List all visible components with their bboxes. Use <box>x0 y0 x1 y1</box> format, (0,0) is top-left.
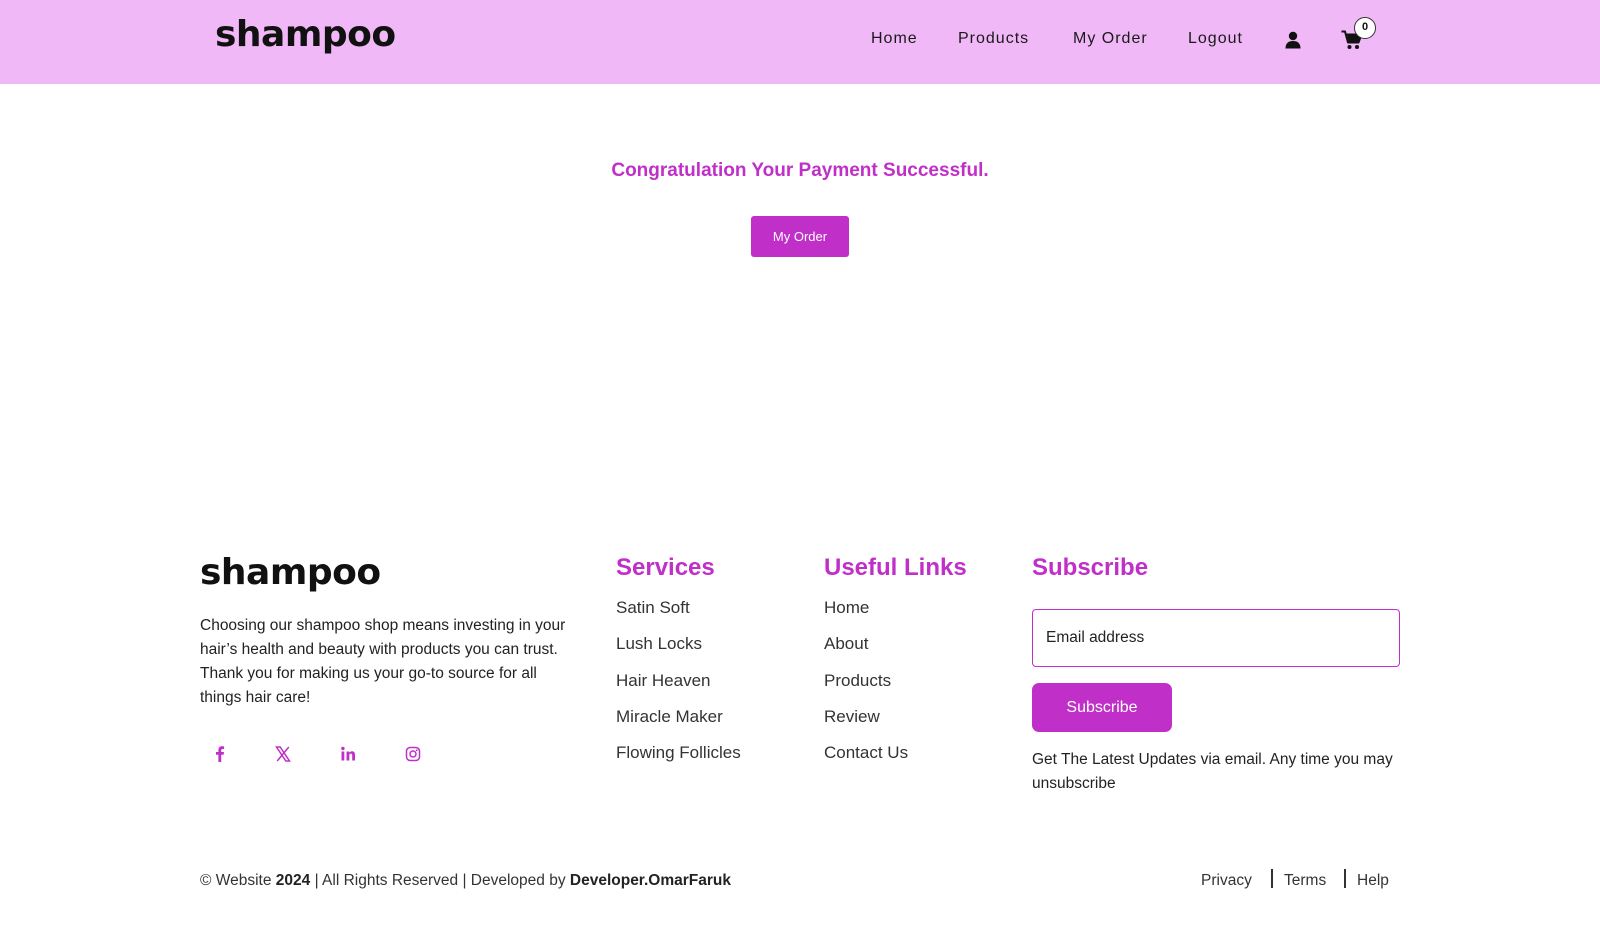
my-order-button[interactable]: My Order <box>751 216 849 257</box>
services-link-hair-heaven[interactable]: Hair Heaven <box>616 671 711 691</box>
legal-divider <box>1271 869 1273 888</box>
footer-logo[interactable]: shampoo <box>200 552 381 593</box>
user-icon[interactable] <box>1284 31 1302 49</box>
nav-home[interactable]: Home <box>871 30 918 48</box>
useful-link-home[interactable]: Home <box>824 598 869 618</box>
site-header: shampoo Home Products My Order Logout 0 <box>0 0 1600 84</box>
payment-success-message: Congratulation Your Payment Successful. <box>611 160 989 181</box>
services-link-flowing-follicles[interactable]: Flowing Follicles <box>616 743 741 763</box>
useful-links-title: Useful Links <box>824 554 967 581</box>
subscribe-button[interactable]: Subscribe <box>1032 683 1172 732</box>
nav-my-order[interactable]: My Order <box>1073 30 1148 48</box>
privacy-link[interactable]: Privacy <box>1201 872 1252 890</box>
x-twitter-icon[interactable] <box>272 743 294 765</box>
help-link[interactable]: Help <box>1357 872 1389 890</box>
services-link-satin-soft[interactable]: Satin Soft <box>616 598 690 618</box>
footer-about-text: Choosing our shampoo shop means investin… <box>200 617 566 706</box>
nav-logout[interactable]: Logout <box>1188 30 1243 48</box>
linkedin-icon[interactable] <box>337 743 359 765</box>
copyright-middle: | All Rights Reserved | Developed by <box>314 872 566 889</box>
services-title: Services <box>616 554 715 581</box>
facebook-icon[interactable] <box>209 743 231 765</box>
useful-link-contact-us[interactable]: Contact Us <box>824 743 908 763</box>
cart-count-badge: 0 <box>1354 17 1376 39</box>
terms-link[interactable]: Terms <box>1284 872 1326 890</box>
copyright-year: 2024 <box>275 872 311 889</box>
useful-link-products[interactable]: Products <box>824 671 891 691</box>
email-field[interactable] <box>1032 609 1400 667</box>
developer-name[interactable]: Developer.OmarFaruk <box>570 872 731 889</box>
subscribe-note: Get The Latest Updates via email. Any ti… <box>1032 751 1393 792</box>
useful-link-review[interactable]: Review <box>824 707 880 727</box>
services-link-lush-locks[interactable]: Lush Locks <box>616 634 702 654</box>
useful-link-about[interactable]: About <box>824 634 868 654</box>
instagram-icon[interactable] <box>402 743 424 765</box>
subscribe-title: Subscribe <box>1032 554 1149 581</box>
nav-products[interactable]: Products <box>958 30 1029 48</box>
header-logo[interactable]: shampoo <box>215 14 396 55</box>
copyright-text: © Website 2024 | All Rights Reserved | D… <box>200 872 731 890</box>
legal-divider <box>1344 869 1346 888</box>
services-link-miracle-maker[interactable]: Miracle Maker <box>616 707 723 727</box>
copyright-prefix: © Website <box>200 872 272 889</box>
